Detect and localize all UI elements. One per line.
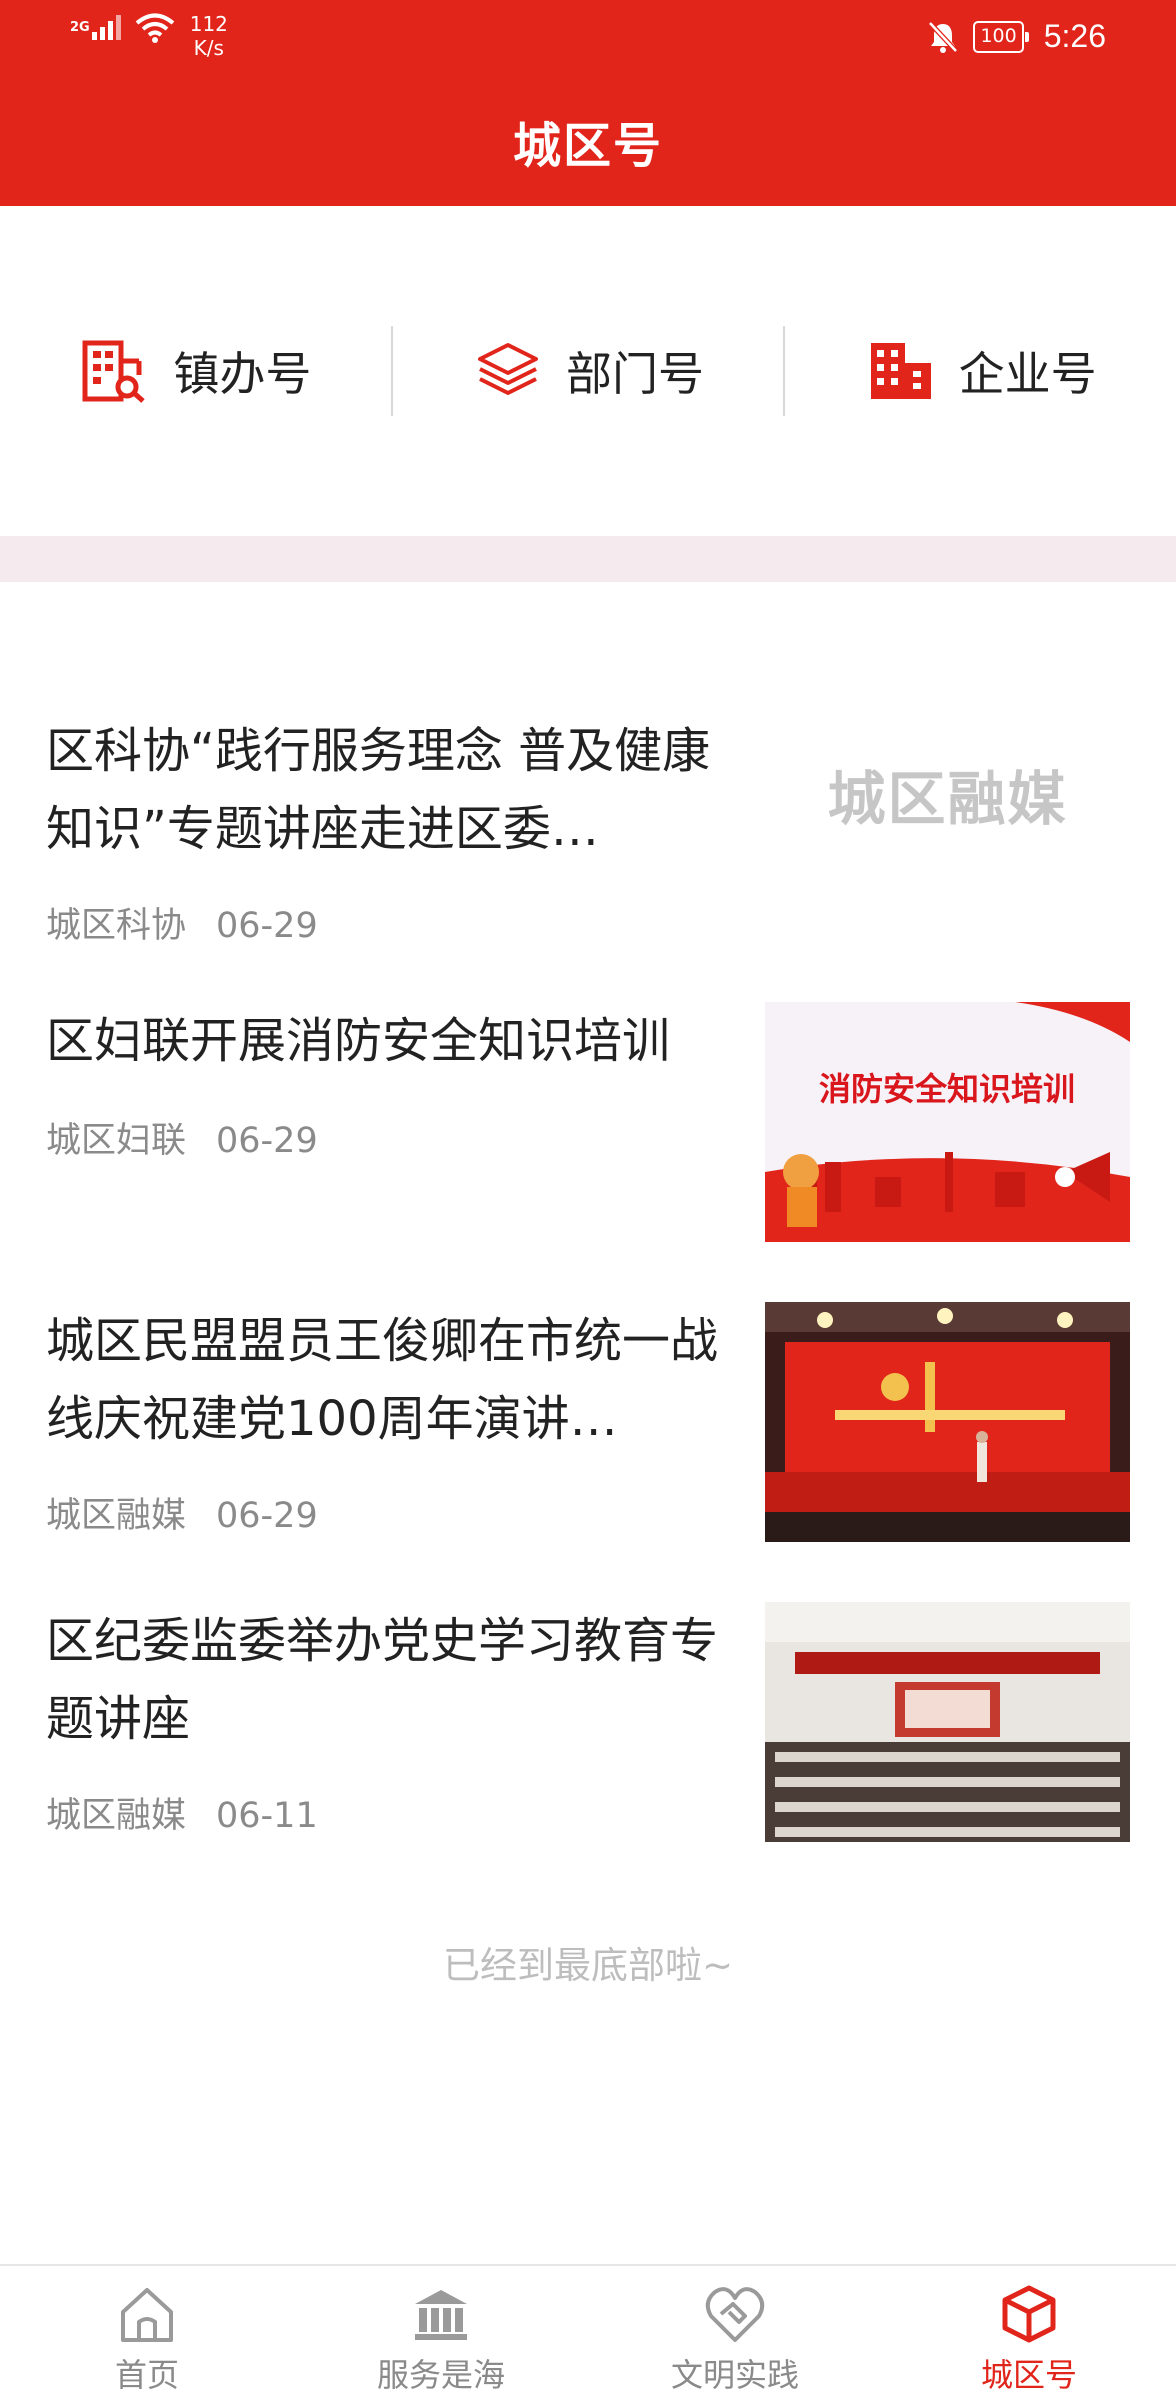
category-town-office[interactable]: 镇办号	[0, 326, 391, 416]
article-meta: 城区融媒 06-29	[46, 1487, 318, 1538]
tab-label: 首页	[114, 2356, 179, 2394]
home-icon	[121, 2288, 173, 2342]
article-source: 城区妇联	[46, 1121, 187, 1161]
tab-label: 服务是海	[376, 2356, 505, 2394]
battery-indicator: 100	[973, 20, 1030, 53]
article-title: 区纪委监委举办党史学习教育专题讲座	[46, 1613, 719, 1747]
article-item[interactable]: 区科协“践行服务理念 普及健康知识”专题讲座走进区委… 城区科协 06-29 城区…	[0, 712, 1176, 992]
category-label: 企业号	[958, 347, 1097, 401]
status-left: 2G 112 K/s	[70, 12, 228, 60]
article-meta: 城区科协 06-29	[46, 897, 318, 948]
speed-value: 112	[189, 12, 228, 36]
category-row: 镇办号 部门号 企业号	[0, 206, 1176, 536]
tab-label: 城区号	[980, 2356, 1077, 2394]
article-source: 城区科协	[46, 906, 187, 946]
article-item[interactable]: 区妇联开展消防安全知识培训 城区妇联 06-29 消防安全知识培训	[0, 1002, 1176, 1252]
tab-label: 文明实践	[670, 2356, 799, 2394]
tab-home[interactable]: 首页	[0, 2266, 294, 2400]
category-label: 镇办号	[173, 347, 312, 401]
enterprise-building-icon	[870, 343, 931, 399]
bottom-tabbar: 首页 服务是海 文明实践 城区号	[0, 2264, 1176, 2400]
signal-icon	[91, 15, 121, 40]
status-bar: 2G 112 K/s 100 5:26	[0, 0, 1176, 72]
app-header: 2G 112 K/s 100 5:26 城区号	[0, 0, 1176, 206]
status-right: 100 5:26	[927, 18, 1106, 55]
article-title: 城区民盟盟员王俊卿在市统一战线庆祝建党100周年演讲…	[46, 1313, 719, 1447]
article-thumbnail	[765, 1602, 1130, 1842]
handshake-heart-icon	[705, 2287, 765, 2342]
section-divider	[0, 536, 1176, 582]
article-thumbnail: 消防安全知识培训	[765, 1002, 1130, 1242]
article-item[interactable]: 城区民盟盟员王俊卿在市统一战线庆祝建党100周年演讲… 城区融媒 06-29	[0, 1302, 1176, 1552]
article-source: 城区融媒	[46, 1496, 187, 1536]
layers-icon	[478, 343, 538, 395]
lecture-hall-image	[765, 1602, 1130, 1842]
article-title: 区科协“践行服务理念 普及健康知识”专题讲座走进区委…	[46, 723, 711, 857]
category-department[interactable]: 部门号	[390, 326, 784, 416]
wifi-icon	[135, 13, 174, 43]
article-date: 06-29	[216, 1496, 318, 1536]
article-source: 城区融媒	[46, 1796, 187, 1836]
article-meta: 城区融媒 06-11	[46, 1787, 318, 1838]
article-date: 06-11	[216, 1796, 318, 1836]
tab-civilization[interactable]: 文明实践	[588, 2266, 882, 2400]
speech-stage-image	[765, 1302, 1130, 1542]
article-thumbnail	[765, 1302, 1130, 1542]
tab-district[interactable]: 城区号	[882, 2266, 1176, 2400]
network-speed: 112 K/s	[190, 12, 228, 60]
article-date: 06-29	[216, 1121, 318, 1161]
category-enterprise[interactable]: 企业号	[783, 326, 1176, 416]
article-meta: 城区妇联 06-29	[46, 1112, 318, 1163]
article-title: 区妇联开展消防安全知识培训	[46, 1013, 671, 1069]
category-label: 部门号	[566, 347, 704, 401]
bank-icon	[415, 2290, 467, 2340]
article-date: 06-29	[216, 906, 318, 946]
town-office-icon	[82, 340, 145, 403]
poster-caption: 消防安全知识培训	[819, 1070, 1075, 1108]
thumbnail-placeholder: 城区融媒	[827, 765, 1068, 833]
fire-safety-poster-image: 消防安全知识培训	[765, 1002, 1130, 1242]
clock: 5:26	[1043, 18, 1106, 54]
cube-icon	[1002, 2285, 1056, 2343]
tab-service[interactable]: 服务是海	[294, 2266, 588, 2400]
page-title: 城区号	[512, 118, 663, 174]
network-type: 2G	[70, 20, 90, 35]
list-end-note: 已经到最底部啦~	[442, 1944, 733, 1987]
article-item[interactable]: 区纪委监委举办党史学习教育专题讲座 城区融媒 06-11	[0, 1602, 1176, 1852]
bell-muted-icon	[928, 20, 959, 53]
speed-unit: K/s	[193, 36, 224, 60]
